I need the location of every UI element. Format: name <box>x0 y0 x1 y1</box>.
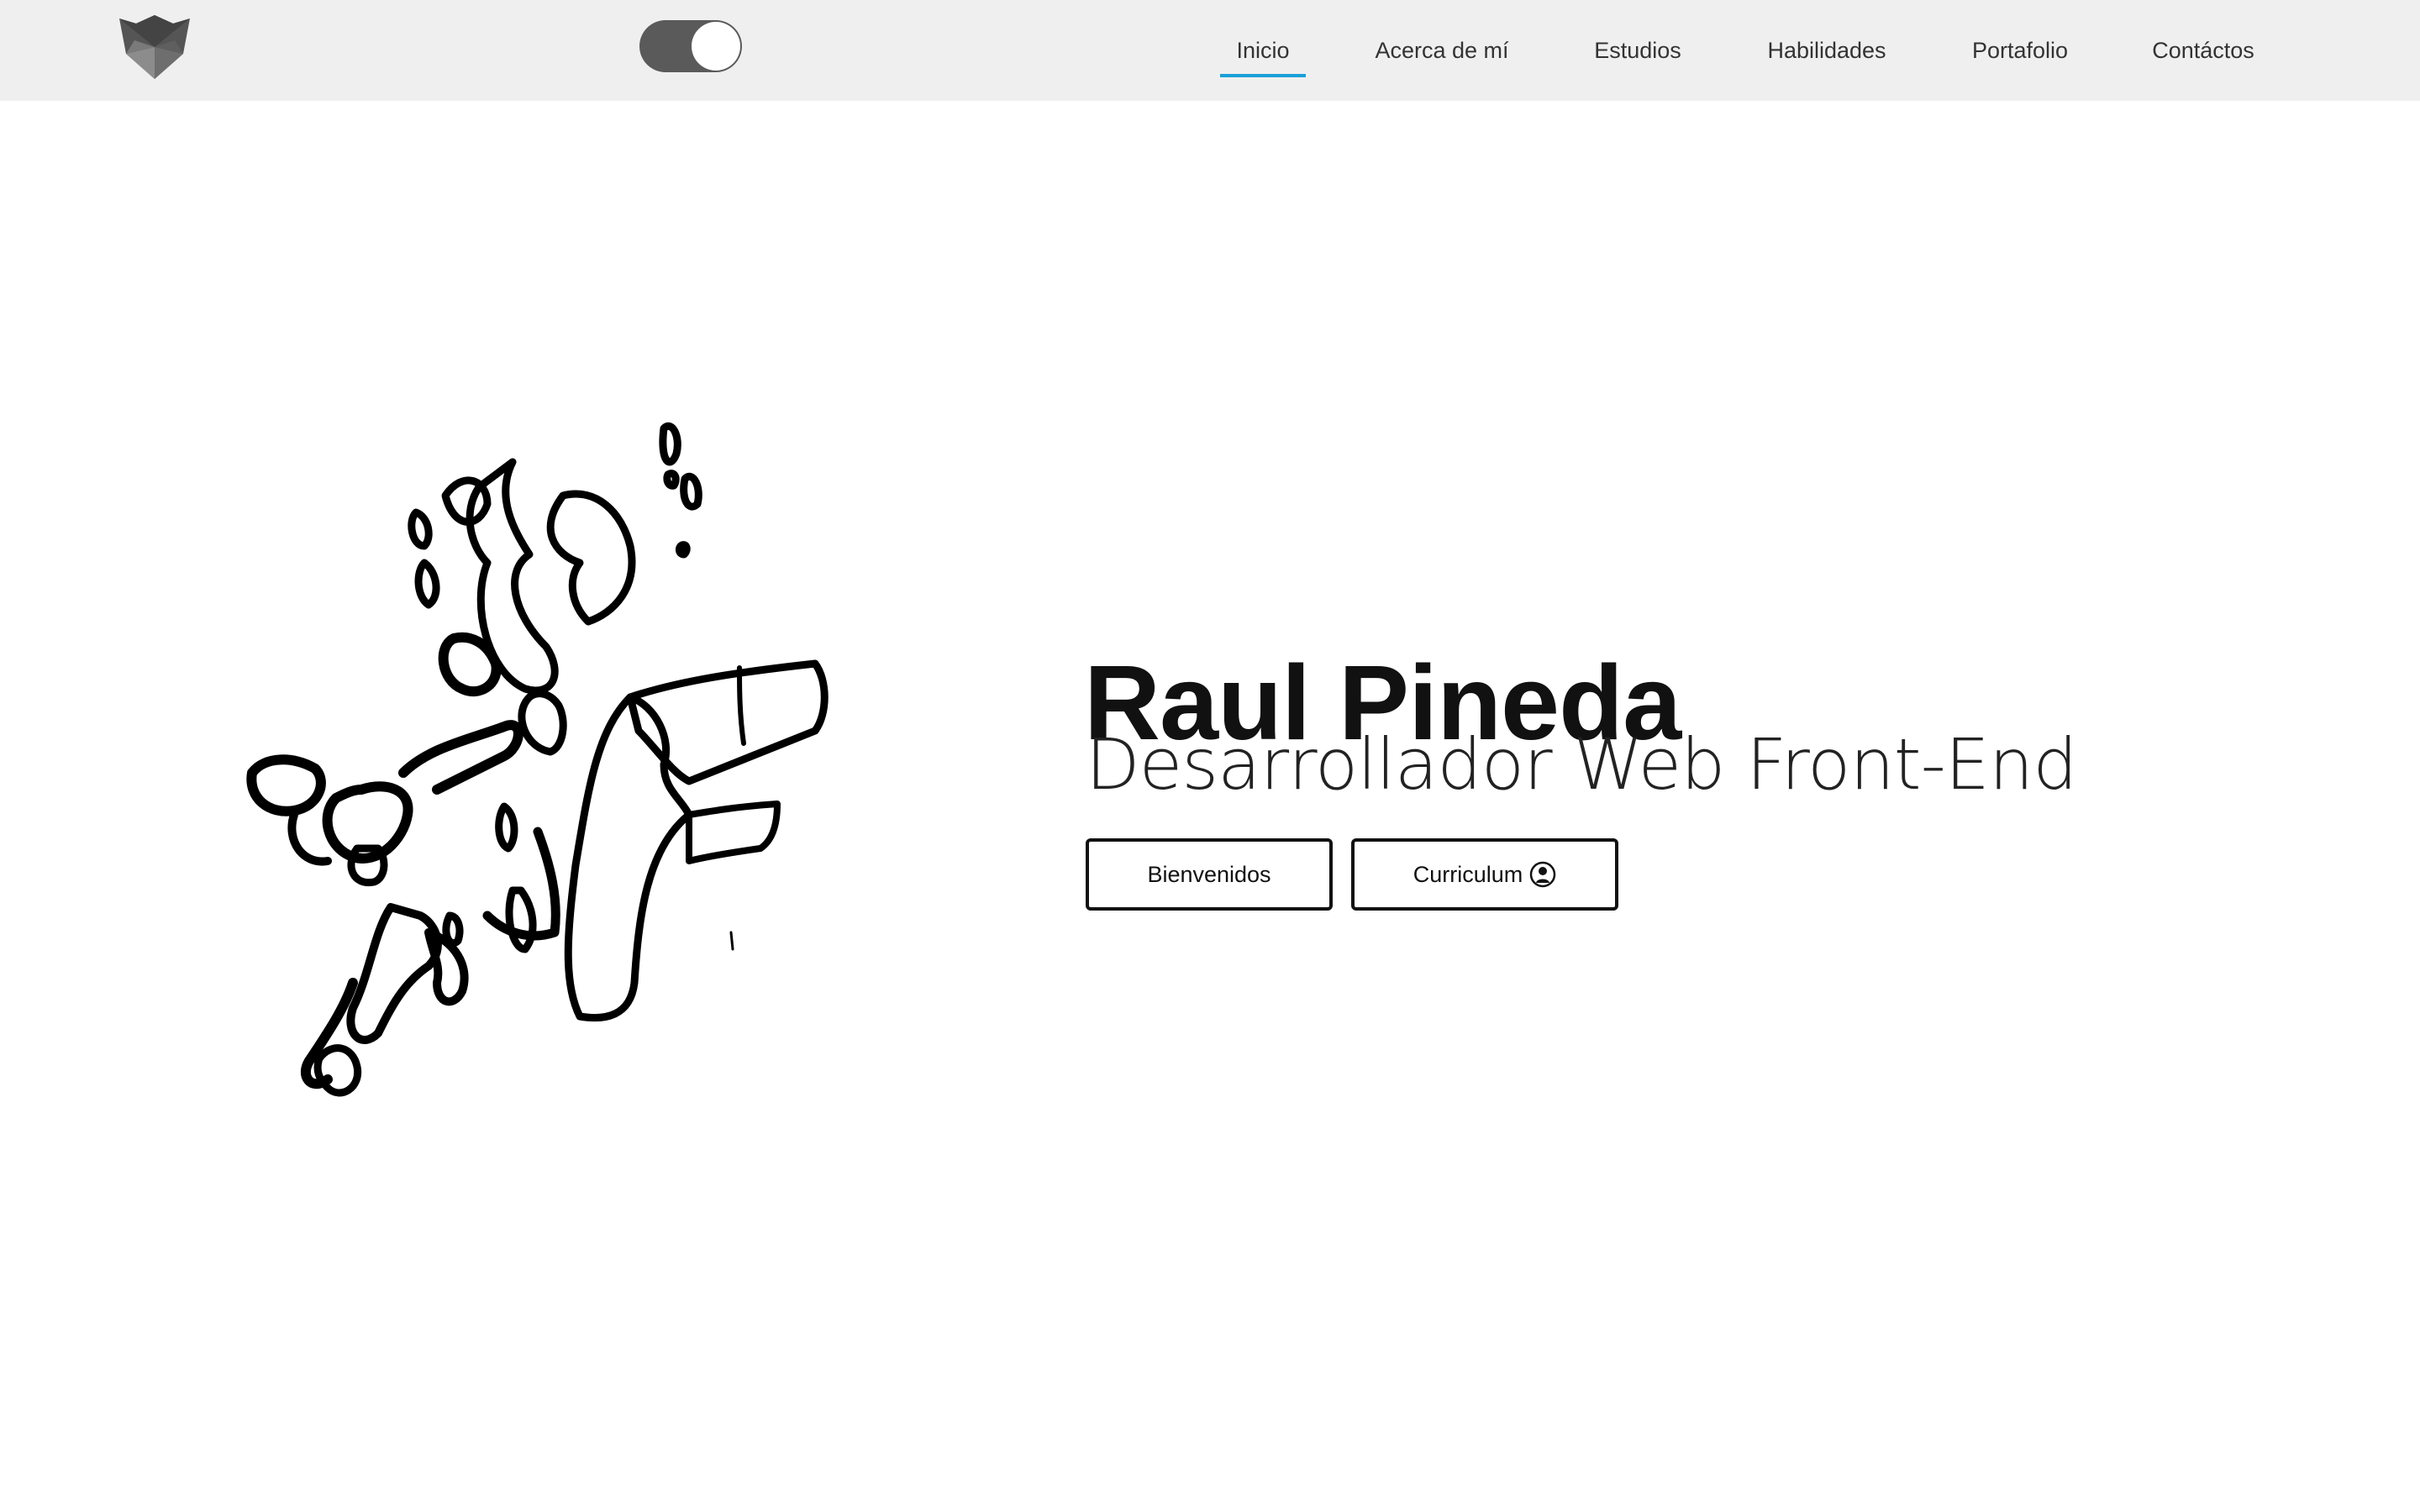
toggle-knob <box>692 22 740 71</box>
nav-item-acerca[interactable]: Acerca de mí <box>1370 0 1514 101</box>
hero-role: Desarrollador Web Front-End <box>1086 723 2078 806</box>
welcome-button-label: Bienvenidos <box>1147 861 1271 887</box>
nav-item-estudios[interactable]: Estudios <box>1583 0 1692 101</box>
fox-head-logo-icon[interactable] <box>118 15 192 81</box>
curriculum-button-label: Curriculum <box>1413 861 1523 887</box>
curriculum-button[interactable]: Curriculum <box>1351 838 1618 911</box>
welcome-button[interactable]: Bienvenidos <box>1086 838 1333 911</box>
top-navbar: Inicio Acerca de mí Estudios Habilidades… <box>0 0 2420 101</box>
theme-toggle[interactable] <box>639 20 742 72</box>
nav-item-contactos[interactable]: Contáctos <box>2148 0 2259 101</box>
nav-item-habilidades[interactable]: Habilidades <box>1760 0 1894 101</box>
user-circle-icon <box>1529 861 1556 888</box>
nav-item-portafolio[interactable]: Portafolio <box>1965 0 2075 101</box>
nav-item-inicio[interactable]: Inicio <box>1220 0 1306 101</box>
ink-splash-figure-illustration <box>235 395 857 1117</box>
